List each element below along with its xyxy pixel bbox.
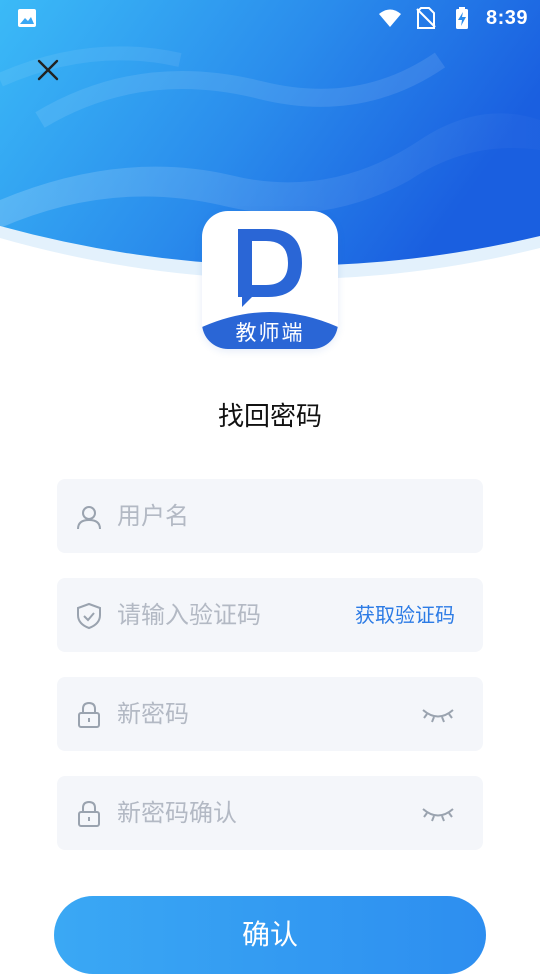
wifi-icon xyxy=(378,9,401,27)
eye-closed-icon[interactable] xyxy=(421,703,455,725)
logo-label: 教师端 xyxy=(235,321,305,345)
eye-closed-icon[interactable] xyxy=(421,802,455,824)
new-password-input[interactable] xyxy=(117,677,397,751)
verification-code-field[interactable]: 获取验证码 xyxy=(57,578,483,652)
status-time: 8:39 xyxy=(485,6,528,29)
battery-charging-icon xyxy=(455,7,468,29)
confirm-password-input[interactable] xyxy=(117,776,397,850)
new-password-field[interactable] xyxy=(57,677,483,751)
get-code-button[interactable]: 获取验证码 xyxy=(355,578,455,652)
close-button[interactable] xyxy=(28,50,68,90)
confirm-password-field[interactable] xyxy=(57,776,483,850)
page-title: 找回密码 xyxy=(217,402,322,432)
close-icon xyxy=(37,59,59,81)
status-bar: 8:39 xyxy=(0,0,540,36)
lock-icon xyxy=(78,701,100,728)
image-icon xyxy=(18,9,36,27)
app-logo: 教师端 xyxy=(202,211,338,349)
shield-icon xyxy=(77,602,101,630)
username-input[interactable] xyxy=(117,479,397,553)
username-field[interactable] xyxy=(57,479,483,553)
confirm-button[interactable]: 确认 xyxy=(54,896,486,974)
user-icon xyxy=(77,506,101,530)
lock-icon xyxy=(78,800,100,827)
no-sim-icon xyxy=(416,7,436,29)
